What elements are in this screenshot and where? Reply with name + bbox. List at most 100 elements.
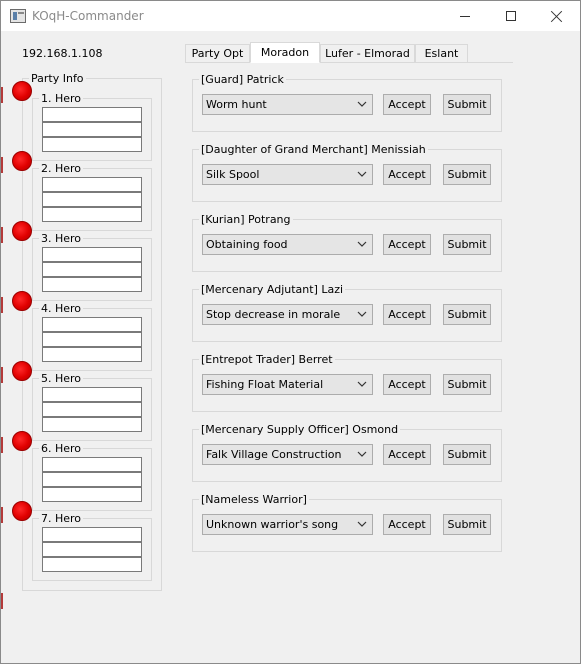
hero-5-field-2[interactable]	[42, 402, 142, 417]
npc-name: [Kurian] Potrang	[199, 213, 293, 226]
hero-5-field-3[interactable]	[42, 417, 142, 432]
chevron-down-icon	[357, 381, 367, 387]
npc-name: [Mercenary Adjutant] Lazi	[199, 283, 346, 296]
hero-2-field-3[interactable]	[42, 207, 142, 222]
hero-7-field-3[interactable]	[42, 557, 142, 572]
hero-3-field-1[interactable]	[42, 247, 142, 262]
accept-button[interactable]: Accept	[383, 374, 431, 395]
tab-lufer-elmorad[interactable]: Lufer - Elmorad	[320, 44, 415, 63]
close-button[interactable]	[534, 1, 580, 31]
hero-status-indicator	[12, 501, 32, 521]
hero-label: 5. Hero	[39, 372, 84, 385]
maximize-button[interactable]	[488, 1, 534, 31]
hero-6-field-2[interactable]	[42, 472, 142, 487]
edge-mark	[1, 157, 3, 173]
hero-label: 7. Hero	[39, 512, 84, 525]
party-info-title: Party Info	[29, 72, 86, 85]
hero-7-field-2[interactable]	[42, 542, 142, 557]
edge-mark	[1, 507, 3, 523]
submit-button[interactable]: Submit	[443, 444, 491, 465]
npc-name: [Guard] Patrick	[199, 73, 286, 86]
hero-3-field-2[interactable]	[42, 262, 142, 277]
hero-5-field-1[interactable]	[42, 387, 142, 402]
close-icon	[551, 10, 563, 22]
accept-button[interactable]: Accept	[383, 164, 431, 185]
npc-name: [Mercenary Supply Officer] Osmond	[199, 423, 401, 436]
submit-button[interactable]: Submit	[443, 164, 491, 185]
quest-select-value: Unknown warrior's song	[206, 518, 339, 531]
tab-eslant[interactable]: Eslant	[415, 44, 468, 63]
accept-button[interactable]: Accept	[383, 234, 431, 255]
edge-mark	[1, 227, 3, 243]
hero-label: 3. Hero	[39, 232, 84, 245]
ip-address-label: 192.168.1.108	[22, 47, 103, 60]
hero-label: 4. Hero	[39, 302, 84, 315]
hero-4-field-2[interactable]	[42, 332, 142, 347]
hero-4-field-3[interactable]	[42, 347, 142, 362]
chevron-down-icon	[357, 451, 367, 457]
quest-select[interactable]: Worm hunt	[202, 94, 373, 115]
hero-status-indicator	[12, 361, 32, 381]
hero-1-field-1[interactable]	[42, 107, 142, 122]
maximize-icon	[506, 11, 516, 21]
accept-button[interactable]: Accept	[383, 94, 431, 115]
edge-mark	[1, 593, 3, 609]
edge-mark	[1, 437, 3, 453]
quest-select-value: Stop decrease in morale	[206, 308, 341, 321]
submit-button[interactable]: Submit	[443, 234, 491, 255]
hero-6-field-1[interactable]	[42, 457, 142, 472]
quest-select[interactable]: Silk Spool	[202, 164, 373, 185]
app-icon	[10, 9, 26, 23]
hero-3-field-3[interactable]	[42, 277, 142, 292]
submit-button[interactable]: Submit	[443, 94, 491, 115]
tab-party-opt[interactable]: Party Opt	[185, 44, 250, 63]
edge-mark	[1, 297, 3, 313]
npc-name: [Entrepot Trader] Berret	[199, 353, 335, 366]
hero-2-field-1[interactable]	[42, 177, 142, 192]
accept-button[interactable]: Accept	[383, 514, 431, 535]
tab-moradon[interactable]: Moradon	[250, 42, 320, 63]
npc-name: [Nameless Warrior]	[199, 493, 309, 506]
hero-status-indicator	[12, 291, 32, 311]
npc-name: [Daughter of Grand Merchant] Menissiah	[199, 143, 428, 156]
quest-select-value: Worm hunt	[206, 98, 267, 111]
hero-status-indicator	[12, 81, 32, 101]
edge-mark	[1, 87, 3, 103]
hero-status-indicator	[12, 431, 32, 451]
hero-7-field-1[interactable]	[42, 527, 142, 542]
edge-mark	[1, 367, 3, 383]
hero-label: 6. Hero	[39, 442, 84, 455]
chevron-down-icon	[357, 171, 367, 177]
minimize-button[interactable]	[442, 1, 488, 31]
submit-button[interactable]: Submit	[443, 304, 491, 325]
title-bar[interactable]: KOqH-Commander	[1, 1, 580, 31]
quest-select[interactable]: Fishing Float Material	[202, 374, 373, 395]
hero-status-indicator	[12, 221, 32, 241]
hero-2-field-2[interactable]	[42, 192, 142, 207]
quest-select[interactable]: Obtaining food	[202, 234, 373, 255]
hero-1-field-3[interactable]	[42, 137, 142, 152]
hero-6-field-3[interactable]	[42, 487, 142, 502]
quest-select-value: Falk Village Construction	[206, 448, 342, 461]
submit-button[interactable]: Submit	[443, 514, 491, 535]
submit-button[interactable]: Submit	[443, 374, 491, 395]
quest-select[interactable]: Unknown warrior's song	[202, 514, 373, 535]
quest-select-value: Obtaining food	[206, 238, 288, 251]
accept-button[interactable]: Accept	[383, 304, 431, 325]
hero-label: 2. Hero	[39, 162, 84, 175]
minimize-icon	[460, 15, 470, 17]
hero-status-indicator	[12, 151, 32, 171]
quest-select-value: Silk Spool	[206, 168, 260, 181]
chevron-down-icon	[357, 311, 367, 317]
chevron-down-icon	[357, 521, 367, 527]
hero-label: 1. Hero	[39, 92, 84, 105]
hero-1-field-2[interactable]	[42, 122, 142, 137]
chevron-down-icon	[357, 241, 367, 247]
quest-select[interactable]: Stop decrease in morale	[202, 304, 373, 325]
accept-button[interactable]: Accept	[383, 444, 431, 465]
app-window: KOqH-Commander 192.168.1.108 Party Info …	[0, 0, 581, 664]
quest-select-value: Fishing Float Material	[206, 378, 324, 391]
hero-4-field-1[interactable]	[42, 317, 142, 332]
quest-select[interactable]: Falk Village Construction	[202, 444, 373, 465]
window-title: KOqH-Commander	[32, 9, 144, 23]
